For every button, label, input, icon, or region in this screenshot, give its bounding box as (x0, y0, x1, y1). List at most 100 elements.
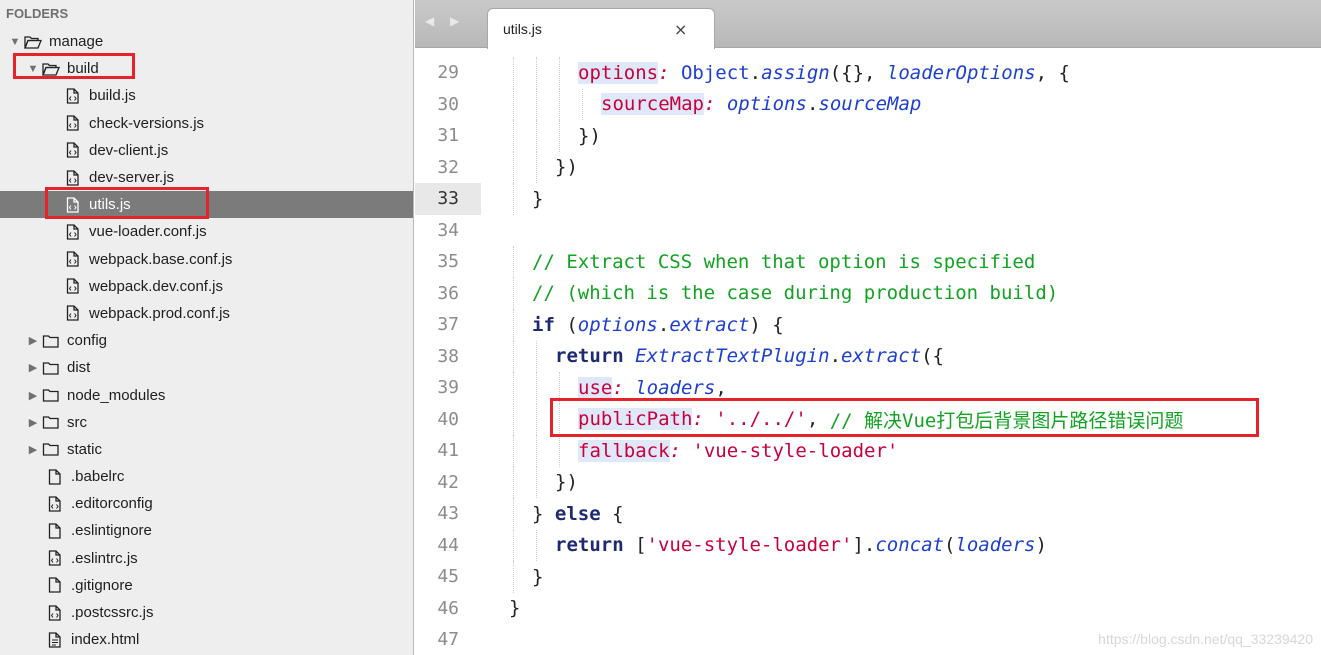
code-line[interactable]: 41 fallback: 'vue-style-loader' (415, 435, 1321, 467)
code-line[interactable]: 42}) (415, 466, 1321, 498)
tab-title: utils.js (503, 21, 542, 37)
tree-item-dev-server-js[interactable]: dev-server.js (0, 164, 413, 191)
code-line[interactable]: 33} (415, 183, 1321, 215)
file-js-icon (46, 604, 64, 621)
folder-icon (42, 441, 60, 457)
file-js-icon (46, 550, 64, 566)
tree-item-manage[interactable]: ▼ manage (0, 28, 413, 55)
line-number: 43 (437, 503, 459, 524)
tree-item-label: .gitignore (71, 576, 133, 594)
tree-item-node-modules[interactable]: ▶ node_modules (0, 381, 413, 408)
tree-item-babelrc[interactable]: .babelrc (0, 463, 413, 490)
code-line[interactable]: 34 (415, 215, 1321, 247)
code-text: options: Object. assign ({}, loaderOptions… (578, 57, 1070, 89)
tree-item-label: src (67, 413, 87, 431)
disclosure-closed-icon[interactable]: ▶ (26, 416, 40, 429)
code-line[interactable]: 35 // Extract CSS when that option is spe… (415, 246, 1321, 278)
indent-guide (536, 88, 537, 120)
code-token: ( (943, 534, 956, 557)
folders-header: FOLDERS (6, 6, 69, 21)
code-text: } (532, 183, 543, 215)
tree-item-postcssrc-js[interactable]: .postcssrc.js (0, 599, 413, 626)
line-number: 44 (437, 534, 459, 556)
tree-item-webpack-base-conf-js[interactable]: webpack.base.conf.js (0, 246, 413, 273)
code-token: options (577, 313, 658, 336)
code-text: // Extract CSS when that option is speci… (532, 246, 1035, 278)
folder-open-icon (42, 61, 60, 77)
code-token: // Extract CSS when that option is speci… (532, 250, 1036, 273)
tree-item-label: build.js (89, 87, 136, 105)
code-token: ExtractTextPlugin (635, 345, 830, 368)
line-number: 31 (437, 125, 459, 146)
tree-item-editorconfig[interactable]: .editorconfig (0, 490, 413, 517)
tree-item-build-js[interactable]: build.js (0, 82, 413, 109)
tab-bar: ◀ ▶ utils.js × (415, 0, 1321, 49)
indent-guide (559, 57, 560, 89)
tree-item-utils-js[interactable]: utils.js (0, 191, 413, 219)
tree-item-dev-client-js[interactable]: dev-client.js (0, 137, 413, 164)
code-token: } (532, 187, 544, 210)
file-js-icon (64, 224, 82, 240)
code-token: Object (680, 61, 750, 84)
tree-item-build[interactable]: ▼ build (0, 55, 413, 82)
code-line[interactable]: 44 return ['vue-style-loader']. concat(loa… (415, 529, 1321, 561)
indent-guide (513, 435, 514, 467)
tree-item-dist[interactable]: ▶ dist (0, 354, 413, 381)
code-token: , (715, 376, 727, 399)
code-line[interactable]: 30 sourceMap: options. sourceMap (415, 88, 1321, 120)
code-line[interactable]: 36 // (which is the case during productio… (415, 277, 1321, 309)
indent-guide (513, 372, 514, 404)
code-token: publicPath (578, 408, 693, 431)
line-number: 45 (437, 566, 459, 587)
file-js-icon (64, 197, 82, 213)
tree-item-gitignore[interactable]: .gitignore (0, 572, 413, 599)
code-token: options (578, 61, 659, 84)
tree-item-vue-loader-conf-js[interactable]: vue-loader.conf.js (0, 218, 413, 245)
code-token: // (which is the case during production … (532, 282, 1059, 305)
file-js-icon (64, 169, 82, 186)
tree-item-webpack-dev-conf-js[interactable]: webpack.dev.conf.js (0, 273, 413, 300)
code-line[interactable]: 32}) (415, 151, 1321, 183)
code-token: loaders (635, 376, 716, 399)
tree-item-src[interactable]: ▶ src (0, 409, 413, 436)
code-line[interactable]: 40 publicPath: '../../', // 解决Vue打包后背景图片路… (415, 403, 1321, 435)
code-token: } (532, 502, 555, 525)
code-line[interactable]: 38 return ExtractTextPlugin. extract({ (415, 340, 1321, 372)
code-text: fallback: 'vue-style-loader' (578, 435, 898, 467)
disclosure-closed-icon[interactable]: ▶ (26, 443, 40, 456)
code-line[interactable]: 39 use: loaders, (415, 372, 1321, 404)
code-token: options (726, 93, 807, 116)
tab-utils-js[interactable]: utils.js × (487, 8, 715, 49)
tree-item-index-html[interactable]: index.html (0, 626, 413, 653)
disclosure-closed-icon[interactable]: ▶ (26, 389, 40, 402)
indent-guide (582, 88, 583, 120)
tree-item-check-versions-js[interactable]: check-versions.js (0, 110, 413, 137)
tree-item-static[interactable]: ▶ static (0, 436, 413, 463)
code-line[interactable]: 43} else { (415, 498, 1321, 530)
code-token: concat (875, 534, 944, 557)
code-line[interactable]: 31}) (415, 120, 1321, 152)
disclosure-open-icon[interactable]: ▼ (8, 36, 22, 48)
code-line[interactable]: 37 if (options. extract) { (415, 309, 1321, 341)
line-number: 40 (437, 408, 459, 430)
code-line[interactable]: 45} (415, 561, 1321, 593)
code-token: fallback (578, 439, 670, 462)
code-line[interactable]: 46} (415, 593, 1321, 625)
tree-item-eslintrc-js[interactable]: .eslintrc.js (0, 545, 413, 572)
indent-guide (513, 498, 514, 530)
tab-nav-arrows-icon[interactable]: ◀ ▶ (425, 14, 465, 28)
tree-item-eslintignore[interactable]: .eslintignore (0, 517, 413, 544)
indent-guide (513, 151, 514, 183)
code-line[interactable]: 29 options: Object. assign ({}, loaderOptio… (415, 57, 1321, 89)
disclosure-open-icon[interactable]: ▼ (26, 63, 40, 75)
disclosure-closed-icon[interactable]: ▶ (26, 361, 40, 374)
close-icon[interactable]: × (674, 20, 687, 39)
tree-item-webpack-prod-conf-js[interactable]: webpack.prod.conf.js (0, 300, 413, 327)
tree-item-config[interactable]: ▶ config (0, 327, 413, 354)
code-area[interactable]: 29 options: Object. assign ({}, loaderOptio… (415, 57, 1321, 655)
line-number: 39 (437, 377, 459, 398)
code-text: } (532, 561, 543, 593)
disclosure-closed-icon[interactable]: ▶ (26, 334, 40, 347)
